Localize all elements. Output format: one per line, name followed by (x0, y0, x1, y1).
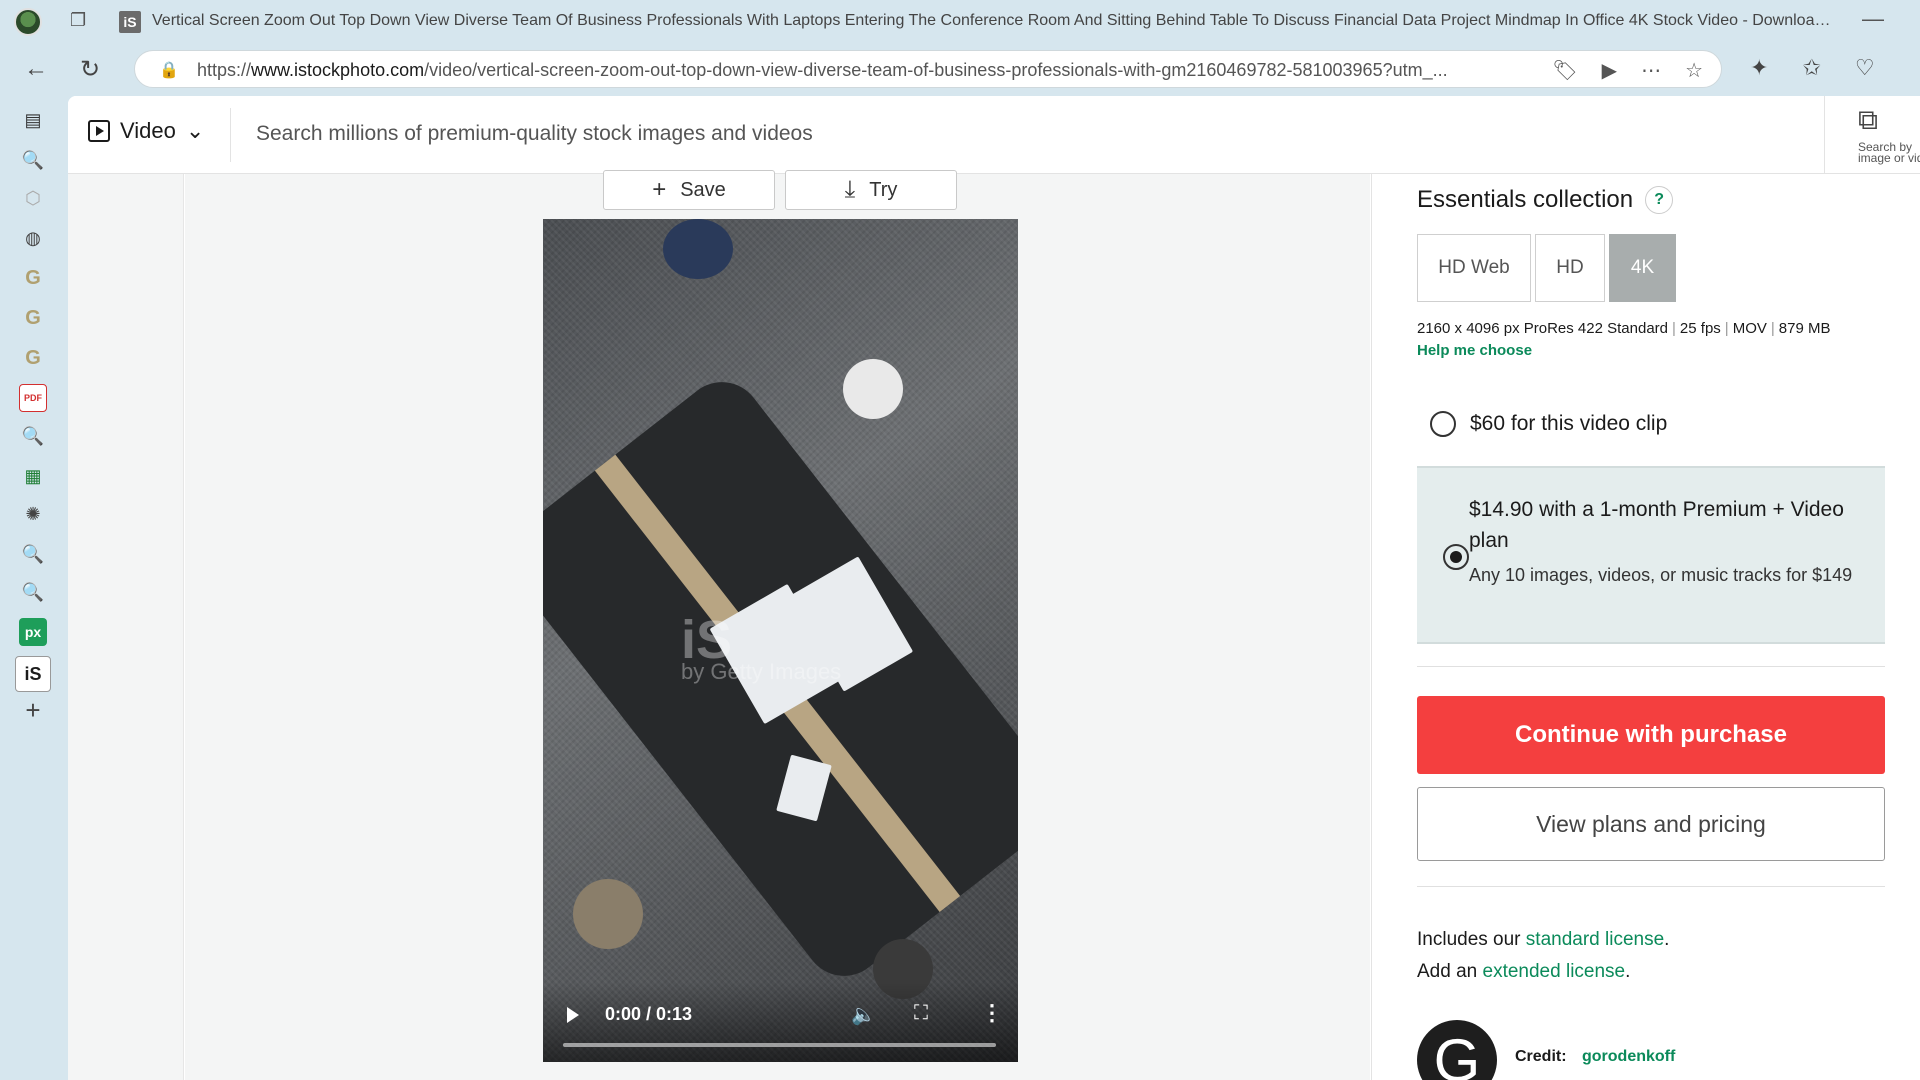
tabs-panel-icon[interactable]: ▤ (19, 106, 47, 134)
collection-title-text: Essentials collection (1417, 186, 1634, 213)
price-option-single[interactable]: $60 for this video clip (1417, 386, 1885, 462)
tab-actions-icon[interactable]: ❐ (70, 10, 94, 34)
save-button[interactable]: + Save (603, 170, 775, 210)
resolution-option-hd[interactable]: HD (1535, 234, 1605, 302)
reload-icon[interactable]: ↻ (80, 55, 100, 84)
istock-icon[interactable]: iS (15, 656, 51, 692)
calc-icon[interactable]: ▦ (19, 462, 47, 490)
radio-button[interactable] (1430, 411, 1456, 437)
favorite-star-icon[interactable]: ☆ (1685, 58, 1703, 83)
px-icon[interactable]: px (19, 618, 47, 646)
mute-icon[interactable]: 🔈 (851, 1002, 876, 1027)
divider (1824, 96, 1825, 174)
openai-icon[interactable]: ✺ (19, 500, 47, 528)
resolution-option-hd-web[interactable]: HD Web (1417, 234, 1531, 302)
video-progress-bar[interactable] (563, 1043, 996, 1047)
license-info: Includes our standard license. Add an ex… (1417, 929, 1670, 982)
plus-icon: + (652, 176, 667, 203)
video-player[interactable]: iS by Getty Images 0:00 / 0:13 🔈 ⛶ ⋮ (543, 219, 1018, 1062)
radio-button-selected[interactable] (1443, 544, 1469, 570)
download-icon: ⤓ (844, 176, 856, 203)
video-icon (88, 120, 110, 142)
more-tools-icon[interactable]: ⋯ (1641, 58, 1661, 83)
play-icon[interactable] (567, 1007, 579, 1023)
web-page: Video ⌄ Search millions of premium-quali… (68, 96, 1920, 1080)
profile-avatar[interactable] (14, 8, 42, 36)
resolution-selector: HD Web HD 4K (1417, 234, 1680, 302)
video-controls: 0:00 / 0:13 🔈 ⛶ ⋮ (543, 982, 1018, 1062)
search-icon[interactable]: 🔍 (19, 146, 47, 174)
divider (230, 108, 231, 162)
search-input[interactable]: Search millions of premium-quality stock… (256, 122, 813, 146)
g-app-icon[interactable]: G (19, 344, 47, 372)
shield-icon[interactable]: ⬡ (19, 184, 47, 212)
address-bar[interactable]: 🔒 https://www.istockphoto.com/video/vert… (134, 50, 1722, 88)
try-label: Try (869, 178, 898, 201)
browser-sidebar: ▤ 🔍 ⬡ ◍ G G G PDF 🔍 ▦ ✺ 🔍 🔍 px iS + (0, 96, 68, 1080)
image-search-icon[interactable]: ⧉ (1858, 104, 1878, 137)
back-icon[interactable]: ← (24, 55, 48, 83)
purchase-panel: Essentials collection ? HD Web HD 4K 216… (1371, 174, 1920, 1080)
continue-purchase-button[interactable]: Continue with purchase (1417, 696, 1885, 774)
divider (1417, 886, 1885, 887)
tab-title[interactable]: Vertical Screen Zoom Out Top Down View D… (152, 12, 1832, 30)
g-app-icon[interactable]: G (19, 264, 47, 292)
add-icon[interactable]: + (19, 695, 47, 725)
url-text[interactable]: https://www.istockphoto.com/video/vertic… (197, 60, 1637, 81)
video-frame-person (843, 359, 903, 419)
standard-license-link[interactable]: standard license (1526, 929, 1664, 950)
read-aloud-icon[interactable]: ▶ (1602, 58, 1617, 83)
video-time: 0:00 / 0:13 (605, 1004, 693, 1024)
image-search-label[interactable]: Search by image or video (1858, 141, 1920, 164)
save-label: Save (680, 178, 726, 201)
file-spec: 2160 x 4096 px ProRes 422 Standard | 25 fp… (1417, 320, 1831, 337)
plan-title: $14.90 with a 1-month Premium + Video pl… (1469, 498, 1844, 552)
media-preview-area: + Save ⤓ Try iS by Getty Images 0:00 / 0… (185, 170, 1370, 1080)
help-icon[interactable]: ? (1645, 186, 1674, 214)
favorites-icon[interactable]: ✩ (1802, 55, 1820, 81)
left-gutter (68, 174, 184, 1080)
watermark-text: by Getty Images (681, 659, 842, 684)
chevron-down-icon: ⌄ (185, 118, 205, 143)
pdf-icon[interactable]: PDF (19, 384, 47, 412)
credit-label: Credit: (1515, 1048, 1567, 1065)
media-type-dropdown[interactable]: Video ⌄ (88, 118, 204, 144)
browser-title-bar: ❐ iS Vertical Screen Zoom Out Top Down V… (0, 0, 1920, 44)
video-frame-person (573, 879, 643, 949)
plan-description: Any 10 images, videos, or music tracks f… (1469, 565, 1853, 585)
try-button[interactable]: ⤓ Try (785, 170, 957, 210)
fullscreen-icon[interactable]: ⛶ (914, 1002, 928, 1025)
price-option-label: $60 for this video clip (1470, 412, 1668, 435)
view-plans-button[interactable]: View plans and pricing (1417, 787, 1885, 861)
collection-title: Essentials collection ? (1417, 186, 1674, 214)
coupon-tag-icon[interactable]: 🏷 (1552, 58, 1577, 83)
minimize-icon[interactable]: — (1862, 6, 1884, 32)
lock-icon[interactable]: 🔒 (159, 60, 179, 80)
extended-license-link[interactable]: extended license (1483, 961, 1626, 982)
site-header: Video ⌄ Search millions of premium-quali… (68, 96, 1920, 174)
site-favicon: iS (119, 11, 141, 33)
contributor-link[interactable]: gorodenkoff (1582, 1048, 1675, 1066)
video-frame-person (663, 219, 733, 279)
globe-icon[interactable]: ◍ (19, 224, 47, 252)
price-option-plan[interactable]: $14.90 with a 1-month Premium + Video pl… (1417, 466, 1885, 644)
resolution-option-4k[interactable]: 4K (1609, 234, 1676, 302)
more-options-icon[interactable]: ⋮ (981, 1000, 1003, 1026)
extensions-icon[interactable]: ✦ (1750, 55, 1768, 81)
help-me-choose-link[interactable]: Help me choose (1417, 342, 1532, 359)
copilot-icon[interactable]: ♡ (1855, 55, 1875, 81)
media-type-label: Video (120, 118, 176, 143)
search-icon[interactable]: 🔍 (19, 422, 47, 450)
search-icon[interactable]: 🔍 (19, 540, 47, 568)
g-app-icon[interactable]: G (19, 304, 47, 332)
contributor-avatar[interactable]: G (1417, 1020, 1497, 1080)
divider (1417, 666, 1885, 667)
search-icon[interactable]: 🔍 (19, 578, 47, 606)
